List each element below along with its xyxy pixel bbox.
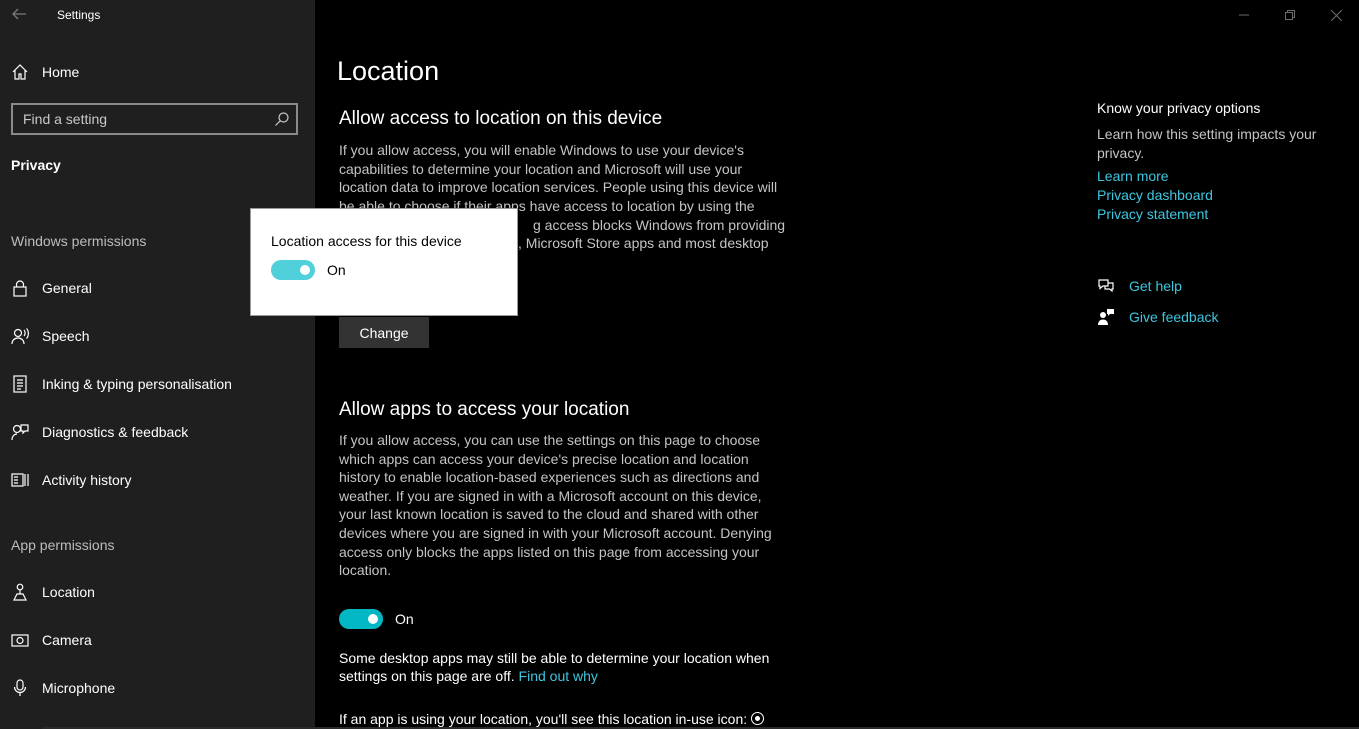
rail-links: Learn more Privacy dashboard Privacy sta… bbox=[1097, 167, 1337, 224]
page-title: Location bbox=[337, 56, 440, 86]
sidebar-item-label: Activity history bbox=[42, 472, 132, 488]
section-title: Privacy bbox=[11, 157, 61, 173]
sidebar-item-label: Microphone bbox=[42, 680, 116, 696]
flyout-title: Location access for this device bbox=[271, 233, 462, 249]
sidebar-item-label: Home bbox=[42, 64, 80, 80]
home-icon bbox=[12, 64, 28, 80]
minimize-button[interactable] bbox=[1221, 0, 1267, 30]
lock-icon bbox=[13, 280, 27, 297]
location-in-use-icon bbox=[751, 712, 765, 725]
app-title: Settings bbox=[57, 8, 101, 22]
back-arrow-icon bbox=[12, 8, 26, 20]
main-content: Location Allow access to location on thi… bbox=[42, 0, 1359, 729]
restore-icon bbox=[1285, 10, 1295, 20]
search-icon[interactable] bbox=[274, 111, 290, 127]
get-help-link[interactable]: Get help bbox=[1129, 278, 1182, 294]
inuse-note: If an app is using your location, you'll… bbox=[339, 710, 789, 728]
sidebar-item-inking[interactable]: Inking & typing personalisation bbox=[11, 373, 232, 395]
activity-history-icon bbox=[11, 473, 29, 487]
search-box[interactable] bbox=[11, 103, 298, 135]
sidebar-item-microphone[interactable]: Microphone bbox=[11, 677, 115, 699]
give-feedback-link[interactable]: Give feedback bbox=[1129, 309, 1219, 325]
privacy-statement-link[interactable]: Privacy statement bbox=[1097, 205, 1337, 224]
apps-location-toggle[interactable] bbox=[339, 609, 383, 629]
settings-window: Settings Home Privacy Windows permission… bbox=[0, 0, 1359, 729]
inking-icon bbox=[13, 375, 27, 393]
window-controls bbox=[1221, 0, 1359, 30]
device-location-toggle[interactable] bbox=[271, 260, 315, 280]
feedback-icon bbox=[1098, 309, 1114, 325]
sidebar-item-label: Speech bbox=[42, 328, 90, 344]
rail-description: Learn how this setting impacts your priv… bbox=[1097, 126, 1317, 161]
close-icon bbox=[1330, 9, 1342, 21]
minimize-icon bbox=[1239, 14, 1249, 16]
back-button[interactable] bbox=[10, 5, 30, 25]
sidebar-item-label: General bbox=[42, 280, 92, 296]
toggle-knob bbox=[368, 614, 378, 624]
toggle-knob bbox=[300, 265, 310, 275]
privacy-dashboard-link[interactable]: Privacy dashboard bbox=[1097, 186, 1337, 205]
device-section-heading: Allow access to location on this device bbox=[339, 108, 663, 129]
change-button[interactable]: Change bbox=[339, 317, 429, 348]
toggle-state-label: On bbox=[395, 611, 414, 627]
restore-button[interactable] bbox=[1267, 0, 1313, 30]
sidebar-item-camera[interactable]: Camera bbox=[11, 629, 92, 651]
location-icon bbox=[13, 583, 27, 601]
sidebar-item-home[interactable]: Home bbox=[11, 62, 79, 82]
sidebar-item-label: Camera bbox=[42, 632, 92, 648]
desktop-apps-note: Some desktop apps may still be able to d… bbox=[339, 649, 789, 685]
microphone-icon bbox=[13, 679, 27, 696]
learn-more-link[interactable]: Learn more bbox=[1097, 167, 1337, 186]
give-feedback-row[interactable]: Give feedback bbox=[1097, 308, 1219, 326]
sidebar-item-activity-history[interactable]: Activity history bbox=[11, 469, 131, 491]
help-chat-icon bbox=[1098, 279, 1114, 293]
sidebar-item-label: Inking & typing personalisation bbox=[42, 376, 232, 392]
close-button[interactable] bbox=[1313, 0, 1359, 30]
apps-section-heading: Allow apps to access your location bbox=[339, 399, 630, 420]
rail-title: Know your privacy options bbox=[1097, 100, 1261, 116]
speech-icon bbox=[11, 328, 29, 345]
diagnostics-icon bbox=[11, 424, 29, 441]
sidebar-item-general[interactable]: General bbox=[11, 277, 92, 299]
sidebar-item-label: Diagnostics & feedback bbox=[42, 424, 189, 440]
get-help-row[interactable]: Get help bbox=[1097, 277, 1182, 295]
sidebar-item-speech[interactable]: Speech bbox=[11, 325, 89, 347]
sidebar-item-diagnostics[interactable]: Diagnostics & feedback bbox=[11, 421, 188, 443]
device-section-description-line6: , Microsoft Store apps and most desktop bbox=[518, 235, 769, 252]
sidebar: Settings Home Privacy Windows permission… bbox=[0, 0, 315, 729]
inuse-note-text: If an app is using your location, you'll… bbox=[339, 711, 748, 727]
app-permissions-label: App permissions bbox=[11, 537, 115, 553]
device-section-description: If you allow access, you will enable Win… bbox=[339, 142, 778, 196]
camera-icon bbox=[11, 634, 29, 647]
device-section-description-line5: g access blocks Windows from providing bbox=[533, 216, 786, 233]
location-access-flyout: Location access for this device On bbox=[250, 208, 518, 316]
toggle-state-label: On bbox=[327, 262, 346, 278]
windows-permissions-label: Windows permissions bbox=[11, 233, 147, 249]
search-input[interactable] bbox=[23, 111, 274, 127]
apps-section-description: If you allow access, you can use the set… bbox=[339, 432, 772, 579]
privacy-options-rail: Know your privacy options Learn how this… bbox=[1097, 100, 1337, 224]
apps-location-toggle-row: On bbox=[339, 609, 414, 629]
find-out-why-link[interactable]: Find out why bbox=[519, 668, 598, 684]
device-location-toggle-row: On bbox=[271, 260, 346, 280]
sidebar-item-location[interactable]: Location bbox=[11, 581, 95, 603]
sidebar-item-label: Location bbox=[42, 584, 95, 600]
